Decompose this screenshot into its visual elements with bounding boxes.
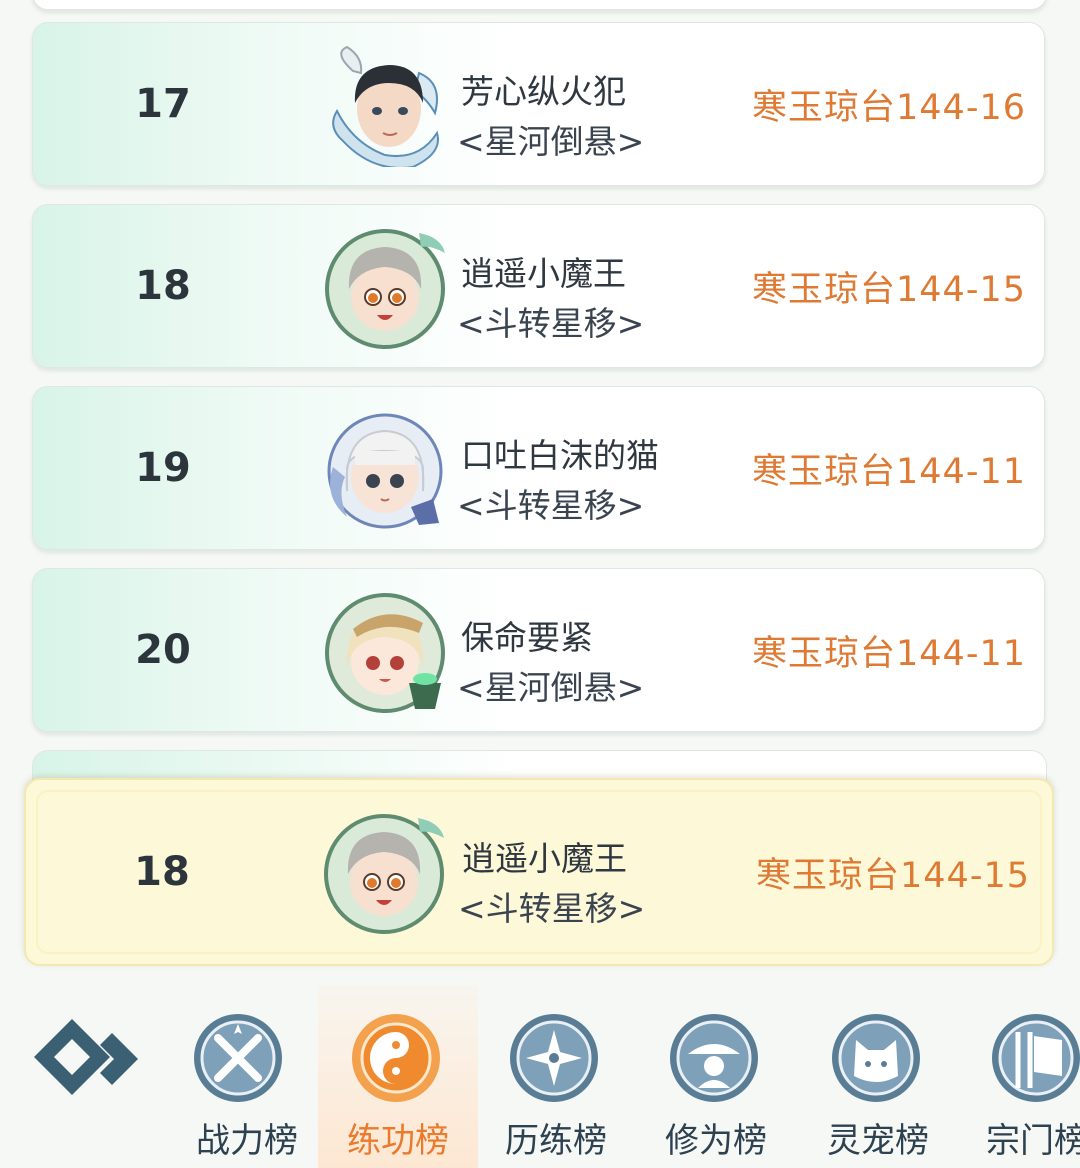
tab-experience[interactable]: 历练榜	[476, 985, 636, 1168]
hat-figure-icon	[670, 1014, 758, 1102]
sect-name: 星河倒悬	[457, 661, 644, 709]
banner-icon	[992, 1014, 1080, 1102]
my-rank-row[interactable]: 18 逍遥小魔王 斗转星移 寒玉琼台144-15	[24, 778, 1054, 966]
bottom-nav: 战力榜 练功榜 历练榜 修为榜 灵宠榜 宗门榜	[0, 985, 1080, 1168]
rank-row[interactable]: 20 保命要紧 星河倒悬 寒玉琼台144-11	[32, 568, 1045, 732]
server-name: 寒玉琼台144-11	[752, 633, 1026, 674]
gray-hair-boy-avatar-icon[interactable]	[323, 225, 447, 349]
rank-number: 17	[135, 81, 191, 127]
my-sect-name: 斗转星移	[458, 882, 645, 930]
sect-name: 星河倒悬	[457, 115, 644, 163]
rank-number: 18	[135, 263, 191, 309]
tab-label: 灵宠榜	[827, 1121, 929, 1161]
tab-spirit-pet[interactable]: 灵宠榜	[798, 985, 958, 1168]
player-name: 芳心纵火犯	[461, 72, 626, 111]
server-name: 寒玉琼台144-15	[752, 269, 1026, 310]
tab-cultivation[interactable]: 修为榜	[636, 985, 796, 1168]
sect-name: 斗转星移	[457, 479, 644, 527]
tab-label: 练功榜	[347, 1121, 449, 1161]
gray-hair-boy-avatar-icon[interactable]	[322, 810, 446, 934]
rank-row[interactable]: 17 芳心纵火犯 星河倒悬 寒玉琼台144-16	[32, 22, 1045, 186]
my-player-name: 逍遥小魔王	[462, 839, 627, 878]
tab-combat-power[interactable]: 战力榜	[160, 985, 320, 1168]
server-name: 寒玉琼台144-11	[752, 451, 1026, 492]
my-rank-number: 18	[134, 849, 190, 895]
tab-label: 历练榜	[505, 1121, 607, 1161]
tab-label: 修为榜	[665, 1121, 767, 1161]
player-name: 保命要紧	[461, 618, 593, 657]
rank-number: 19	[135, 445, 191, 491]
cat-icon	[832, 1014, 920, 1102]
crossed-swords-icon	[194, 1014, 282, 1102]
blonde-girl-avatar-icon[interactable]	[323, 589, 447, 713]
rank-number: 20	[135, 627, 191, 673]
player-name: 逍遥小魔王	[461, 254, 626, 293]
yin-yang-icon	[352, 1014, 440, 1102]
my-server-name: 寒玉琼台144-15	[756, 855, 1030, 896]
tab-sect[interactable]: 宗门榜	[958, 985, 1080, 1168]
tab-menu[interactable]	[10, 985, 170, 1168]
rank-row[interactable]: 19 口吐白沫的猫 斗转星移 寒玉琼台144-11	[32, 386, 1045, 550]
dragon-hero-avatar-icon[interactable]	[323, 43, 447, 167]
white-hair-girl-avatar-icon[interactable]	[323, 407, 447, 531]
shuriken-icon	[510, 1014, 598, 1102]
menu-diamond-icon	[34, 1019, 138, 1095]
sect-name: 斗转星移	[457, 297, 644, 345]
player-name: 口吐白沫的猫	[461, 436, 659, 475]
tab-training[interactable]: 练功榜	[318, 985, 478, 1168]
tab-label: 宗门榜	[986, 1121, 1080, 1161]
server-name: 寒玉琼台144-16	[752, 87, 1026, 128]
previous-row-edge	[32, 0, 1047, 10]
rank-row[interactable]: 18 逍遥小魔王 斗转星移 寒玉琼台144-15	[32, 204, 1045, 368]
